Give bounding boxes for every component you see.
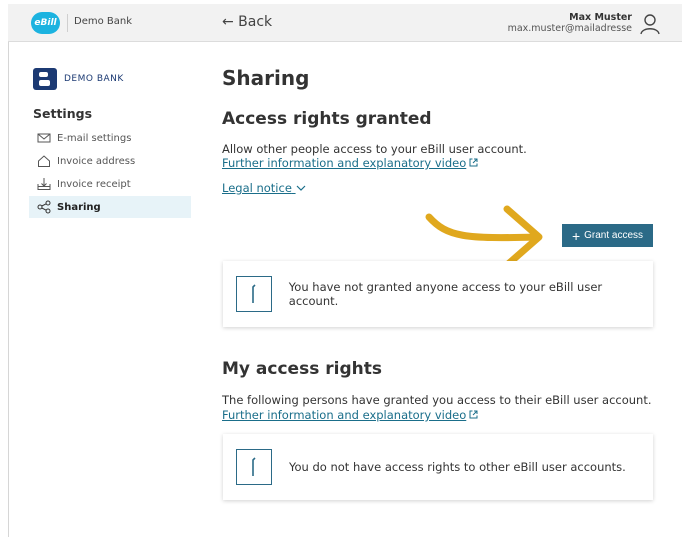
chevron-down-icon <box>296 185 305 191</box>
my-access-rights-description: The following persons have granted you a… <box>222 393 652 407</box>
grant-access-label: Grant access <box>584 230 644 241</box>
ebill-logo[interactable]: eBill <box>31 12 60 34</box>
user-icon[interactable] <box>640 13 660 35</box>
access-granted-description: Allow other people access to your eBill … <box>222 142 527 156</box>
plus-icon: + <box>571 227 581 244</box>
top-bar: eBill Demo Bank ← Back Max Muster max.mu… <box>8 4 682 42</box>
info-link-text: Further information and explanatory vide… <box>222 408 467 422</box>
external-link-icon <box>469 158 478 167</box>
sidebar-item-label: Sharing <box>57 201 101 213</box>
envelope-icon <box>37 133 51 143</box>
demo-bank-logo-text: DEMO BANK <box>64 74 124 84</box>
external-link-icon <box>469 410 478 419</box>
my-rights-empty-state: You do not have access rights to other e… <box>223 434 653 500</box>
my-access-rights-heading: My access rights <box>222 359 382 379</box>
legal-notice-toggle[interactable]: Legal notice <box>222 181 306 195</box>
sidebar-item-label: Invoice receipt <box>57 178 131 190</box>
sidebar-title: Settings <box>33 106 93 121</box>
top-divider <box>67 14 68 32</box>
granted-empty-state: You have not granted anyone access to yo… <box>223 261 653 327</box>
sidebar-item-label: E-mail settings <box>57 132 132 144</box>
my-rights-empty-message: You do not have access rights to other e… <box>289 460 626 474</box>
demo-bank-logo-icon <box>33 68 57 90</box>
granted-empty-message: You have not granted anyone access to yo… <box>288 280 603 308</box>
sidebar-item-label: Invoice address <box>57 155 136 167</box>
arrow-annotation-icon <box>425 205 543 269</box>
info-icon <box>236 276 272 312</box>
user-email[interactable]: max.muster@mailadresse <box>508 23 632 34</box>
user-name[interactable]: Max Muster <box>569 12 632 23</box>
sidebar-item-invoice-receipt[interactable]: Invoice receipt <box>29 173 191 195</box>
access-granted-heading: Access rights granted <box>222 109 432 129</box>
sidebar-item-sharing[interactable]: Sharing <box>29 196 191 218</box>
info-icon <box>236 449 272 485</box>
home-icon <box>38 155 50 167</box>
grant-access-button[interactable]: + Grant access <box>562 224 653 247</box>
sidebar-item-invoice-address[interactable]: Invoice address <box>29 150 191 172</box>
share-icon <box>37 200 51 214</box>
inbox-icon <box>37 178 51 190</box>
sidebar-item-email-settings[interactable]: E-mail settings <box>29 127 191 149</box>
bank-name: Demo Bank <box>74 16 133 27</box>
info-link-text: Further information and explanatory vide… <box>222 156 467 170</box>
back-button[interactable]: ← Back <box>222 14 272 30</box>
access-granted-info-link[interactable]: Further information and explanatory vide… <box>222 156 478 170</box>
page-title: Sharing <box>222 66 310 90</box>
legal-notice-label: Legal notice <box>222 181 292 195</box>
my-access-rights-info-link[interactable]: Further information and explanatory vide… <box>222 408 478 422</box>
